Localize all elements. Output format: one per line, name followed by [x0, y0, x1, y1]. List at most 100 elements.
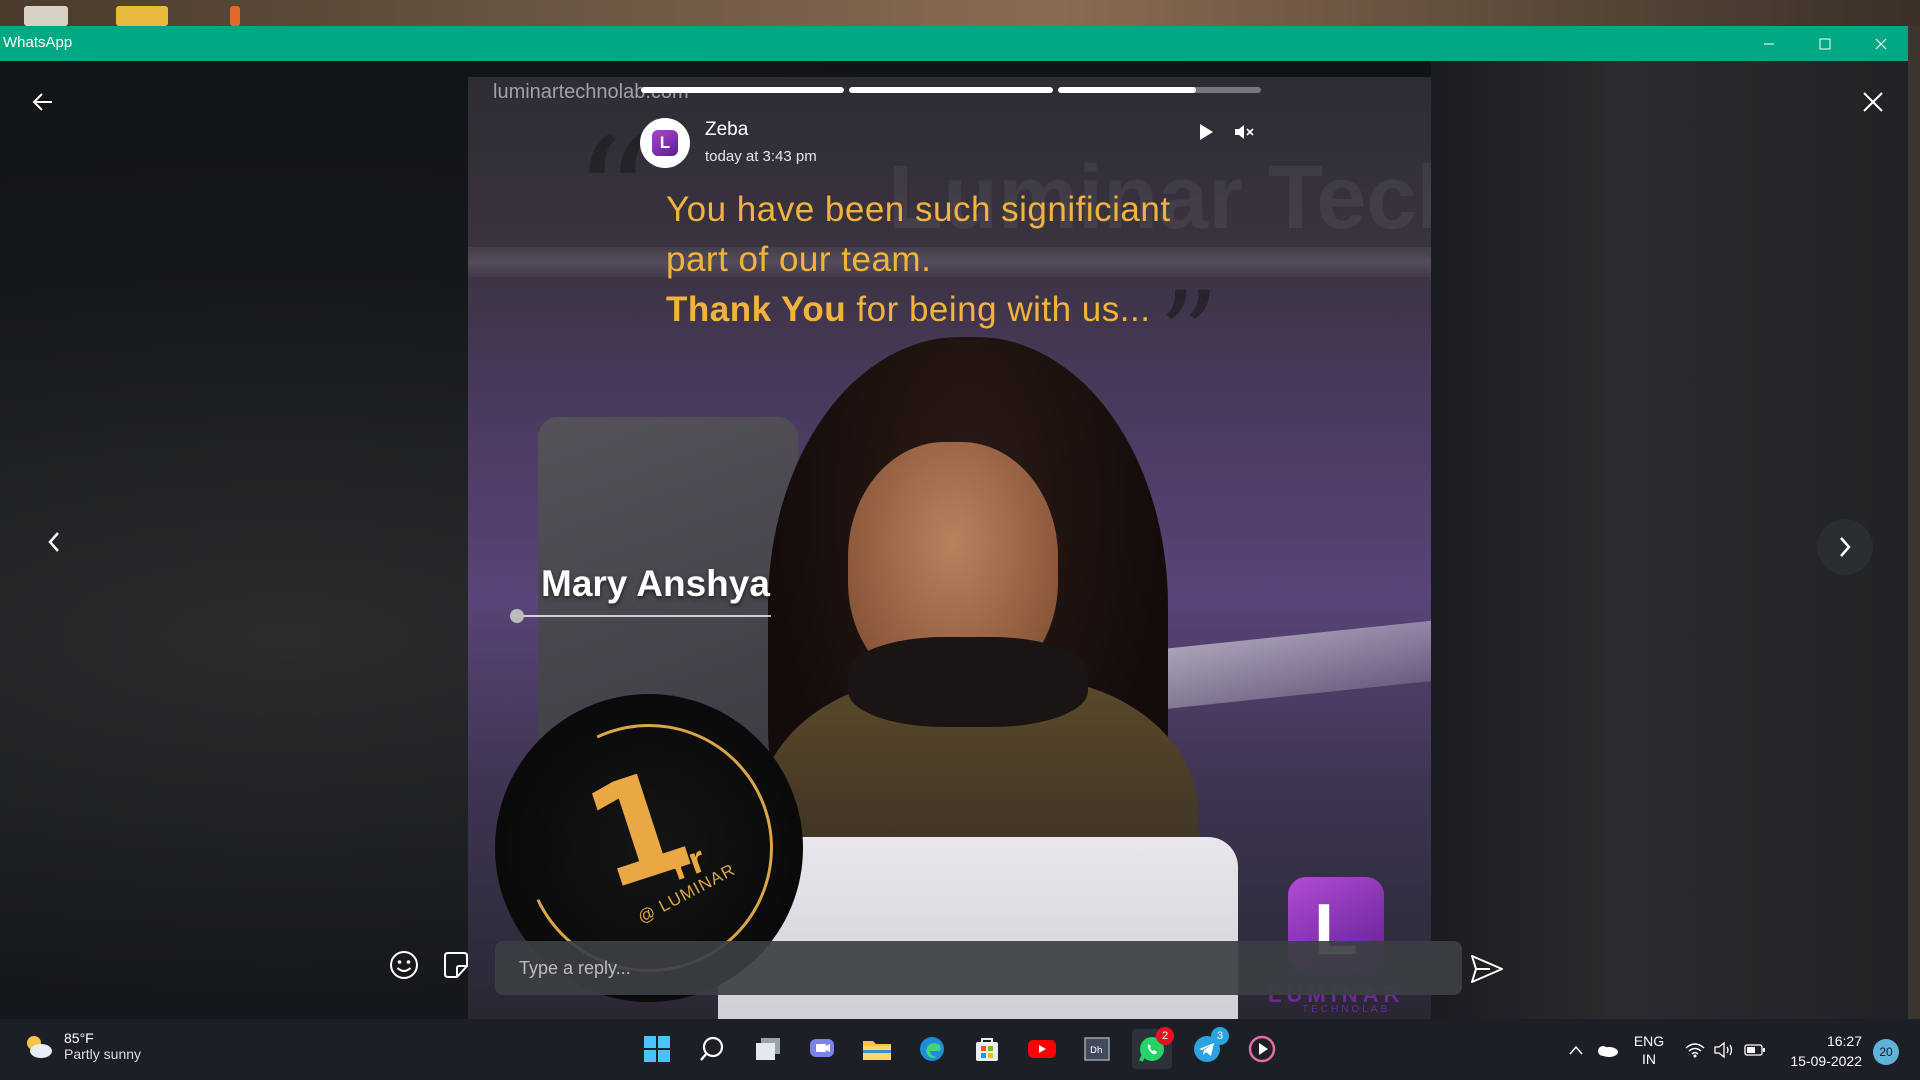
- store-button[interactable]: [967, 1029, 1007, 1069]
- notification-count-badge[interactable]: 20: [1873, 1039, 1899, 1065]
- desktop-icon: [24, 6, 68, 26]
- wifi-icon: [1685, 1042, 1705, 1057]
- file-explorer-button[interactable]: [857, 1029, 897, 1069]
- weather-temperature: 85°F: [64, 1030, 94, 1046]
- clock-time: 16:27: [1826, 1033, 1862, 1049]
- youtube-button[interactable]: [1022, 1029, 1062, 1069]
- media-player-icon: [1248, 1035, 1276, 1063]
- back-arrow-icon: [32, 93, 52, 111]
- quote-text: You have been such significiant part of …: [666, 185, 1386, 335]
- battery-icon: [1744, 1043, 1765, 1056]
- show-hidden-icons-button[interactable]: [1564, 1019, 1588, 1080]
- chat-icon: [810, 1039, 834, 1057]
- chevron-up-icon: [1569, 1045, 1583, 1054]
- terminal-app-button[interactable]: Dh: [1077, 1029, 1117, 1069]
- status-timestamp: today at 3:43 pm: [705, 148, 817, 165]
- person-name: Mary Anshya: [541, 563, 770, 604]
- edge-button[interactable]: [912, 1029, 952, 1069]
- emoji-button[interactable]: [387, 948, 421, 982]
- close-icon: [1875, 38, 1887, 49]
- youtube-icon: [1028, 1040, 1056, 1058]
- reply-input[interactable]: [495, 941, 1462, 995]
- progress-segment: [849, 87, 1053, 93]
- volume-icon: [1714, 1041, 1733, 1058]
- search-icon: [700, 1036, 724, 1061]
- progress-segment: [1057, 87, 1261, 93]
- luminar-logo-sub: TECHNOLAB: [1302, 1004, 1391, 1015]
- close-status-button[interactable]: [1856, 85, 1890, 119]
- weather-widget[interactable]: 85°F Partly sunny: [22, 1030, 141, 1062]
- quote-line: Thank You for being with us...: [666, 285, 1386, 335]
- minimize-button[interactable]: [1741, 26, 1797, 61]
- task-view-icon: [756, 1038, 780, 1060]
- folder-icon: [116, 6, 168, 26]
- language-code: ENG: [1633, 1032, 1665, 1049]
- chevron-left-icon: [48, 532, 59, 552]
- windows-icon: [644, 1036, 670, 1062]
- battery-button[interactable]: [1742, 1019, 1768, 1080]
- progress-fill: [849, 87, 1053, 93]
- store-icon: [976, 1038, 998, 1061]
- emoji-icon: [390, 951, 418, 979]
- window-titlebar: WhatsApp: [0, 26, 1908, 61]
- wifi-button[interactable]: [1682, 1019, 1708, 1080]
- quote-rest: for being with us...: [846, 290, 1151, 329]
- previous-status-button[interactable]: [38, 526, 70, 558]
- terminal-icon: Dh: [1084, 1037, 1110, 1061]
- progress-fill: [641, 87, 845, 93]
- status-image: Luminar Tech luminartechnolab.com “ ” Yo…: [468, 77, 1431, 1019]
- app-title: WhatsApp: [3, 34, 73, 51]
- search-button[interactable]: [692, 1029, 732, 1069]
- whatsapp-taskbar-button[interactable]: 2: [1132, 1027, 1174, 1069]
- avatar[interactable]: L: [640, 118, 690, 168]
- quote-bold: Thank You: [666, 290, 847, 329]
- close-window-button[interactable]: [1853, 26, 1909, 61]
- name-dot: [510, 609, 524, 623]
- task-view-button[interactable]: [748, 1029, 788, 1069]
- name-underline: [516, 615, 771, 617]
- language-indicator[interactable]: ENG IN: [1626, 1019, 1672, 1080]
- desktop-edge: [1908, 26, 1920, 1019]
- quote-line: part of our team.: [666, 240, 932, 279]
- play-button[interactable]: [1190, 116, 1222, 148]
- desktop-background: [0, 0, 1920, 26]
- progress-segment: [641, 87, 845, 93]
- svg-text:Dh: Dh: [1090, 1046, 1103, 1056]
- onedrive-button[interactable]: [1592, 1019, 1622, 1080]
- cloud-icon: [1598, 1045, 1618, 1057]
- telegram-button[interactable]: 3: [1187, 1027, 1229, 1069]
- contact-name[interactable]: Zeba: [705, 119, 748, 141]
- teams-chat-button[interactable]: [802, 1029, 842, 1069]
- start-button[interactable]: [637, 1029, 677, 1069]
- image-person-scarf: [848, 637, 1088, 727]
- folder-icon: [863, 1041, 891, 1060]
- whatsapp-unread-badge: 2: [1156, 1027, 1174, 1045]
- minimize-icon: [1764, 43, 1774, 44]
- progress-fill: [1057, 87, 1196, 93]
- maximize-button[interactable]: [1797, 26, 1853, 61]
- mute-icon: [1235, 125, 1254, 139]
- edge-icon: [920, 1037, 944, 1061]
- status-progress: [641, 87, 1261, 93]
- volume-button[interactable]: [1712, 1019, 1738, 1080]
- taskbar: 85°F Partly sunny Dh 2 3 ENG IN 16:27 15…: [0, 1019, 1920, 1080]
- next-status-button[interactable]: [1817, 519, 1873, 575]
- status-viewer: Luminar Tech luminartechnolab.com “ ” Yo…: [0, 61, 1908, 1019]
- chevron-right-icon: [1840, 537, 1851, 557]
- sticker-button[interactable]: [439, 948, 473, 982]
- partly-sunny-icon: [27, 1036, 52, 1058]
- maximize-icon: [1819, 38, 1831, 49]
- sticker-icon: [444, 952, 468, 978]
- media-player-button[interactable]: [1242, 1029, 1282, 1069]
- mute-button[interactable]: [1229, 116, 1261, 148]
- avatar-logo: L: [652, 130, 678, 156]
- clock[interactable]: 16:27 15-09-2022: [1778, 1031, 1862, 1071]
- back-button[interactable]: [26, 85, 60, 119]
- quote-line: You have been such significiant: [666, 190, 1171, 229]
- desktop-icon: [230, 6, 240, 26]
- send-button[interactable]: [1467, 951, 1507, 987]
- telegram-unread-badge: 3: [1211, 1027, 1229, 1045]
- play-icon: [1200, 124, 1213, 140]
- region-code: IN: [1642, 1050, 1656, 1067]
- weather-description: Partly sunny: [64, 1046, 142, 1062]
